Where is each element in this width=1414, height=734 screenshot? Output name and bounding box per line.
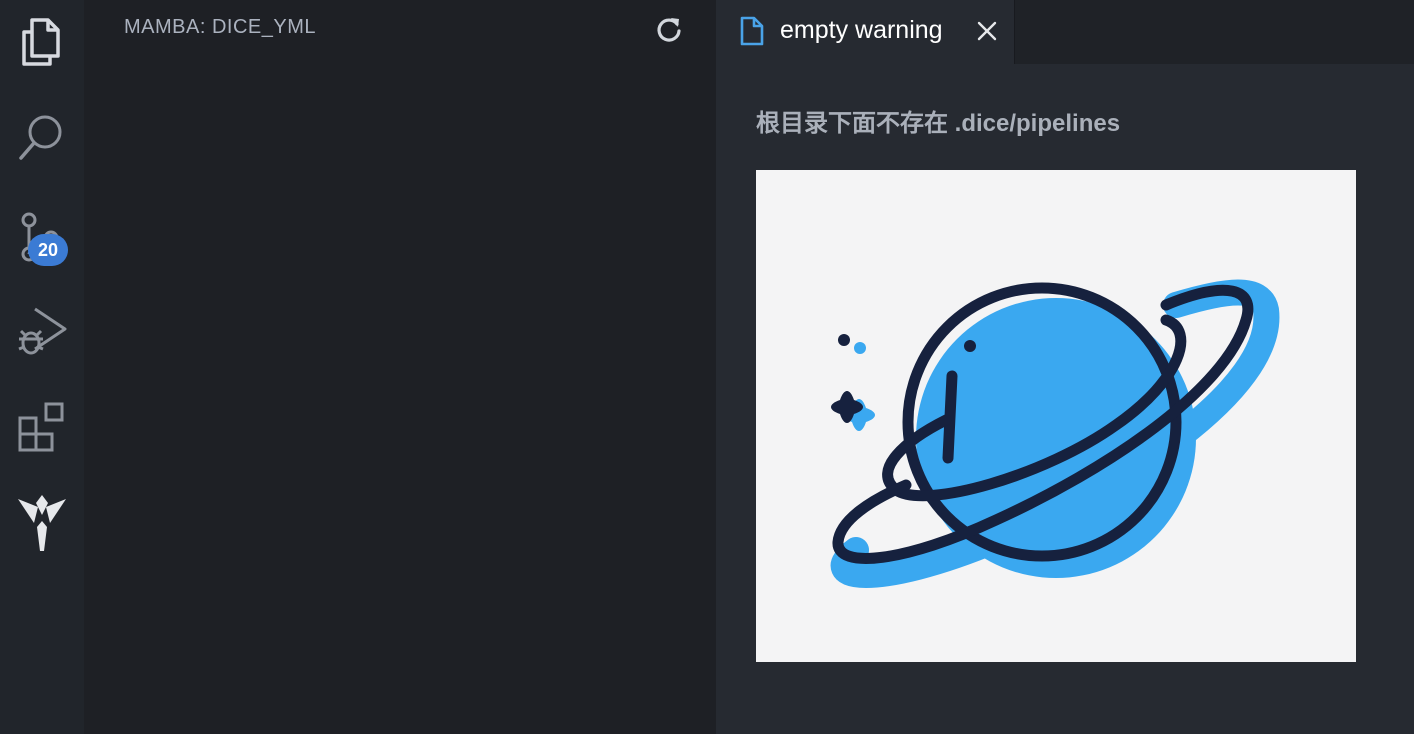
source-control-badge: 20 [28, 234, 68, 266]
mamba-logo-icon [16, 491, 68, 553]
search-icon [17, 112, 67, 164]
refresh-icon[interactable] [654, 15, 684, 45]
files-icon [18, 16, 66, 68]
tab-empty-warning[interactable]: empty warning [716, 0, 1015, 64]
file-icon [740, 16, 764, 51]
sidebar-title: MAMBA: DICE_YML [124, 16, 316, 38]
warning-message: 根目录下面不存在 .dice/pipelines [756, 110, 1121, 137]
editor-area: empty warning 根目录下面不存在 .dice/pipelines [716, 0, 1414, 734]
activity-bar: 20 [0, 0, 84, 734]
run-debug-button[interactable] [0, 290, 84, 370]
search-button[interactable] [0, 98, 84, 178]
mamba-button[interactable] [0, 482, 84, 562]
extensions-button[interactable] [0, 386, 84, 466]
explorer-button[interactable] [0, 2, 84, 82]
sidebar: MAMBA: DICE_YML [84, 0, 716, 734]
tab-label: empty warning [780, 16, 943, 44]
planet-illustration [756, 170, 1356, 662]
close-icon[interactable] [976, 20, 998, 47]
tab-bar: empty warning [716, 0, 1414, 64]
extensions-icon [16, 400, 68, 452]
run-debug-icon [15, 303, 69, 357]
